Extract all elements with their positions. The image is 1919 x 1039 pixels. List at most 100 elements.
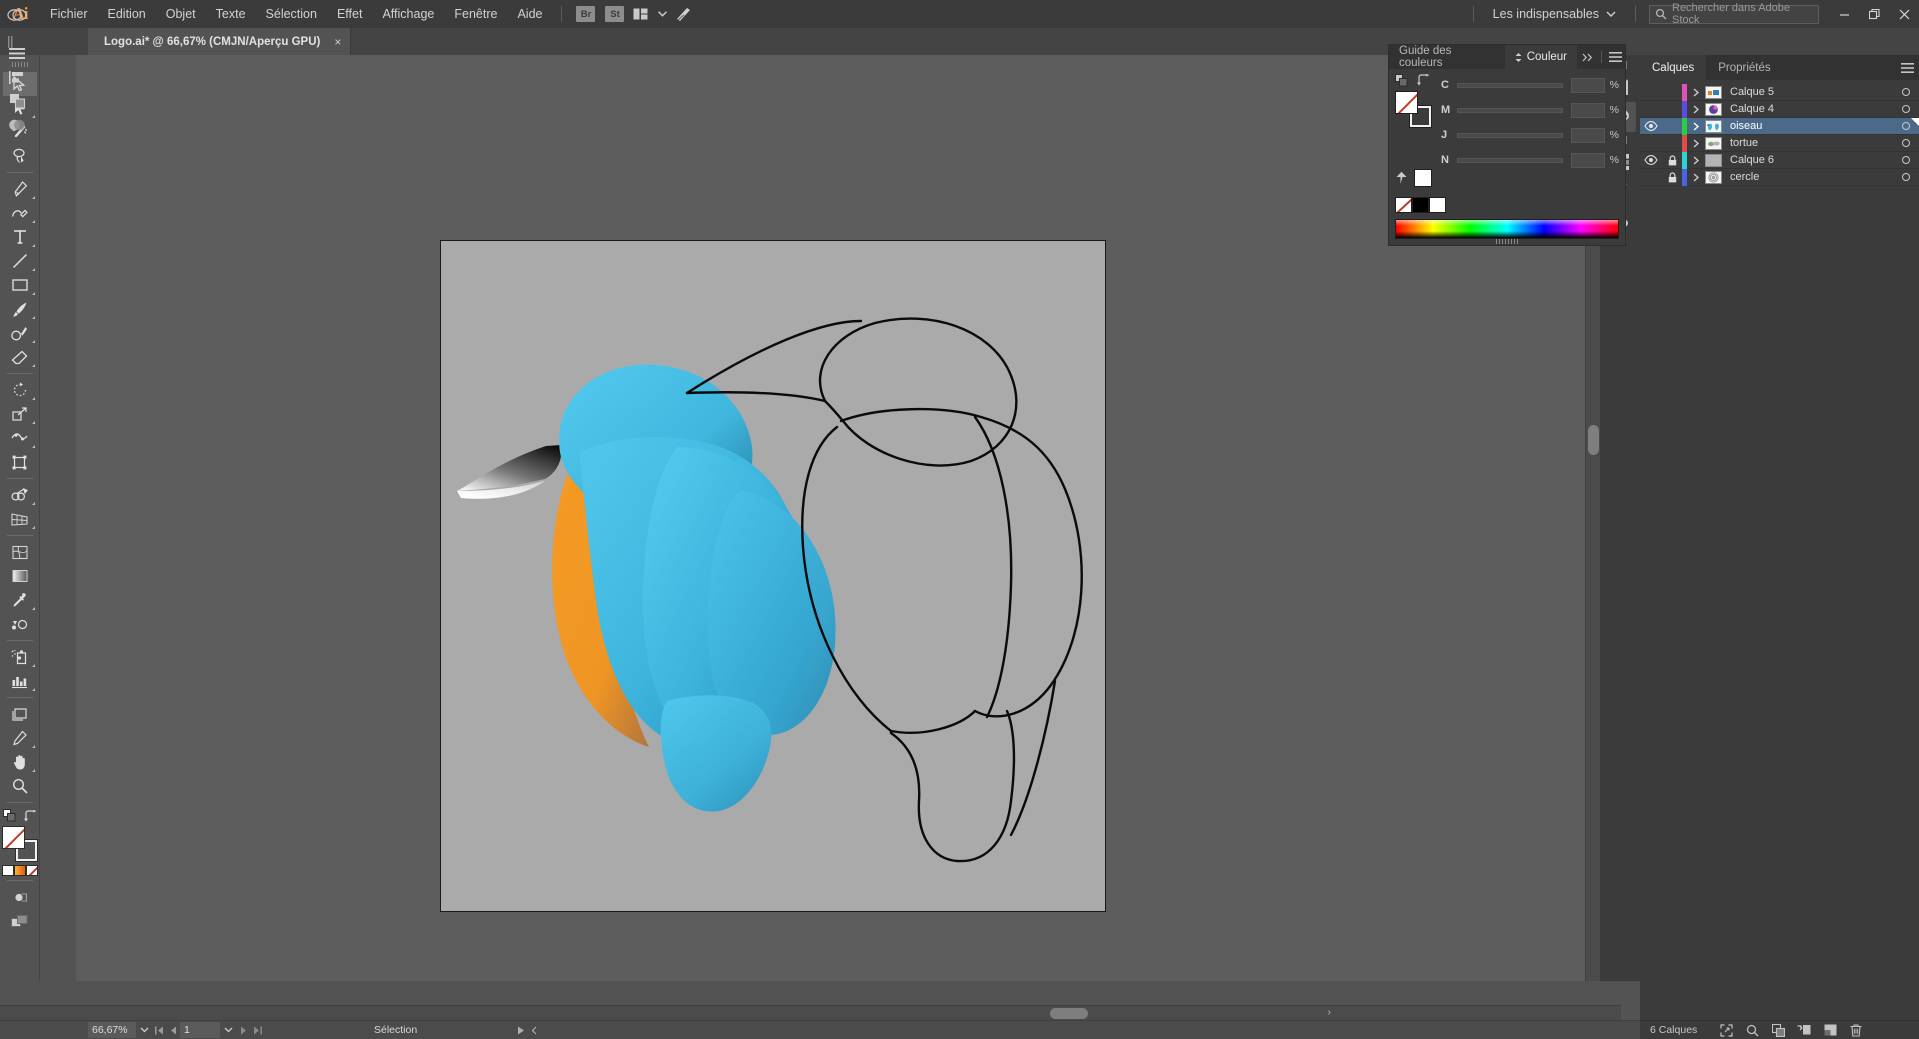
horizontal-scroll-thumb[interactable] (1050, 1008, 1088, 1019)
lock-toggle[interactable] (1662, 169, 1682, 186)
artboard-tool[interactable] (3, 702, 37, 726)
expand-layer-icon[interactable] (1687, 152, 1705, 169)
expand-layer-icon[interactable] (1687, 101, 1705, 118)
default-fill-stroke-icon[interactable] (1395, 74, 1408, 87)
first-artboard-icon[interactable] (152, 1022, 166, 1038)
paintbrush-tool[interactable] (3, 297, 37, 321)
table-row[interactable]: Calque 5 (1640, 83, 1919, 101)
creative-cloud-icon[interactable] (0, 3, 34, 27)
delete-layer-icon[interactable] (1843, 1021, 1869, 1039)
expand-layer-icon[interactable] (1687, 118, 1705, 135)
artboard-dropdown-icon[interactable] (220, 1022, 236, 1038)
play-icon[interactable] (517, 1026, 525, 1035)
menu-effet[interactable]: Effet (327, 0, 372, 28)
visibility-toggle[interactable] (1640, 152, 1662, 169)
hand-tool[interactable] (3, 750, 37, 774)
channel-value-m[interactable] (1571, 102, 1605, 118)
locate-object-icon[interactable] (1713, 1021, 1739, 1039)
make-clipping-mask-icon[interactable] (1765, 1021, 1791, 1039)
search-layer-icon[interactable] (1739, 1021, 1765, 1039)
chevron-left-icon[interactable] (531, 1026, 537, 1035)
artboard[interactable] (440, 240, 1106, 912)
lock-toggle[interactable] (1662, 118, 1682, 135)
shape-builder-tool[interactable] (3, 483, 37, 507)
menu-texte[interactable]: Texte (206, 0, 256, 28)
color-fill-stroke-swatch[interactable] (1395, 91, 1432, 128)
shaper-tool[interactable] (3, 321, 37, 345)
restore-icon[interactable] (1859, 0, 1889, 28)
menu-objet[interactable]: Objet (156, 0, 206, 28)
chevron-down-icon[interactable] (651, 0, 673, 28)
prev-artboard-icon[interactable] (166, 1022, 180, 1038)
swatch-none[interactable] (25, 865, 38, 876)
type-tool[interactable] (3, 225, 37, 249)
layer-name[interactable]: tortue (1730, 137, 1893, 149)
free-transform-tool[interactable] (3, 450, 37, 474)
upload-color-icon[interactable] (1395, 171, 1408, 185)
fill-swatch[interactable] (1, 826, 25, 849)
chevron-right-icon[interactable]: › (1328, 1007, 1331, 1018)
target-indicator[interactable] (1893, 88, 1919, 96)
adobe-stock-icon[interactable] (673, 0, 695, 28)
swatch-white[interactable] (1429, 197, 1446, 213)
color-spectrum-ramp[interactable] (1395, 219, 1619, 244)
channel-slider-n[interactable] (1457, 157, 1563, 163)
color-fill-swatch[interactable] (1395, 91, 1418, 114)
swatch-none[interactable] (1395, 197, 1412, 213)
eyedropper-tool[interactable] (3, 588, 37, 612)
target-indicator[interactable] (1893, 156, 1919, 164)
scale-tool[interactable] (3, 402, 37, 426)
next-artboard-icon[interactable] (236, 1022, 250, 1038)
target-indicator[interactable] (1893, 139, 1919, 147)
close-icon[interactable] (1889, 0, 1919, 28)
lock-toggle[interactable] (1662, 84, 1682, 101)
pathfinder-icon[interactable] (0, 89, 34, 113)
last-artboard-icon[interactable] (250, 1022, 264, 1038)
new-layer-icon[interactable] (1817, 1021, 1843, 1039)
layer-name[interactable]: oiseau (1730, 120, 1893, 132)
double-chevron-right-icon[interactable] (1577, 45, 1597, 69)
visibility-toggle[interactable] (1640, 135, 1662, 152)
target-indicator[interactable] (1893, 122, 1919, 130)
menu-fichier[interactable]: Fichier (40, 0, 98, 28)
table-row[interactable]: Calque 6 (1640, 151, 1919, 169)
visibility-toggle[interactable] (1640, 84, 1662, 101)
channel-value-j[interactable] (1571, 127, 1605, 143)
expand-layer-icon[interactable] (1687, 169, 1705, 186)
color-panel[interactable]: Guide des couleurs Couleur C % M % J % N… (1388, 44, 1626, 246)
visibility-toggle[interactable] (1640, 118, 1662, 135)
minimize-icon[interactable] (1829, 0, 1859, 28)
symbol-sprayer-tool[interactable] (3, 645, 37, 669)
menu-aide[interactable]: Aide (507, 0, 552, 28)
expand-layer-icon[interactable] (1687, 135, 1705, 152)
document-tab[interactable]: Logo.ai* @ 66,67% (CMJN/Aperçu GPU) × (88, 28, 352, 55)
lasso-tool[interactable] (3, 144, 37, 168)
swap-fill-stroke-icon[interactable] (1417, 74, 1430, 87)
tab-guide-des-couleurs[interactable]: Guide des couleurs (1389, 45, 1505, 69)
perspective-grid-tool[interactable] (3, 507, 37, 531)
layer-name[interactable]: cercle (1730, 171, 1893, 183)
menu-edition[interactable]: Edition (98, 0, 156, 28)
workspace-switcher[interactable]: Les indispensables (1483, 0, 1626, 28)
stock-icon[interactable]: St (605, 6, 625, 22)
draw-mode-icon[interactable] (3, 885, 37, 909)
blend-tool[interactable] (3, 612, 37, 636)
lock-toggle[interactable] (1662, 135, 1682, 152)
panel-menu-icon[interactable] (1895, 55, 1919, 80)
swap-fill-stroke-icon[interactable] (23, 809, 37, 822)
zoom-dropdown-icon[interactable] (136, 1022, 152, 1038)
curvature-tool[interactable] (3, 201, 37, 225)
swatch-gradient[interactable] (13, 865, 26, 876)
tab-calques[interactable]: Calques (1640, 55, 1707, 80)
gradient-tool[interactable] (3, 564, 37, 588)
channel-slider-c[interactable] (1457, 82, 1563, 88)
align-panel-icon[interactable] (0, 65, 34, 89)
rectangle-tool[interactable] (3, 273, 37, 297)
swatch-white[interactable] (1, 865, 14, 876)
channel-slider-j[interactable] (1457, 132, 1563, 138)
last-color-swatch[interactable] (1414, 169, 1432, 187)
bridge-icon[interactable]: Br (576, 6, 596, 22)
swatch-black[interactable] (1412, 197, 1429, 213)
channel-value-c[interactable] (1571, 77, 1605, 93)
zoom-tool[interactable] (3, 774, 37, 798)
